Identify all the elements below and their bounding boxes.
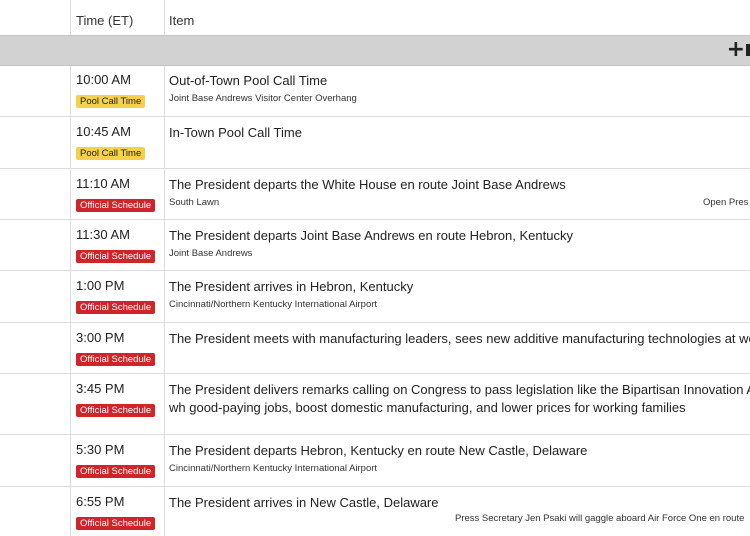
official-schedule-badge: Official Schedule [76, 353, 156, 366]
table-row: 6:55 PM Official Schedule The President … [0, 487, 750, 536]
table-row: 10:00 AM Pool Call Time Out-of-Town Pool… [0, 65, 750, 116]
table-row: 11:10 AM Official Schedule The President… [0, 169, 750, 219]
official-schedule-badge: Official Schedule [76, 404, 156, 417]
event-time: 1:00 PM [76, 278, 125, 293]
event-title[interactable]: The President departs Joint Base Andrews… [169, 227, 573, 245]
official-schedule-badge: Official Schedule [76, 250, 156, 263]
official-schedule-badge: Official Schedule [76, 517, 156, 530]
event-title[interactable]: In-Town Pool Call Time [169, 124, 302, 142]
event-location: South Lawn [169, 197, 220, 208]
table-row: 1:00 PM Official Schedule The President … [0, 271, 750, 322]
event-time: 3:00 PM [76, 330, 125, 345]
event-title[interactable]: The President meets with manufacturing l… [169, 330, 750, 348]
table-row: 3:45 PM Official Schedule The President … [0, 374, 750, 434]
pool-call-badge: Pool Call Time [76, 95, 146, 108]
table-header: Time (ET) Item [0, 0, 750, 35]
event-time: 11:30 AM [76, 227, 130, 242]
table-row: 10:45 AM Pool Call Time In-Town Pool Cal… [0, 117, 750, 168]
official-schedule-badge: Official Schedule [76, 465, 156, 478]
press-note: Press Secretary Jen Psaki will gaggle ab… [455, 513, 745, 524]
toolbar-band: + [0, 35, 750, 66]
official-schedule-badge: Official Schedule [76, 301, 156, 314]
event-title[interactable]: The President arrives in New Castle, Del… [169, 494, 439, 512]
pool-call-badge: Pool Call Time [76, 147, 146, 160]
event-title[interactable]: The President delivers remarks calling o… [169, 381, 750, 417]
event-title[interactable]: Out-of-Town Pool Call Time [169, 72, 327, 90]
event-time: 5:30 PM [76, 442, 125, 457]
plus-icon[interactable]: + [727, 39, 745, 61]
event-time: 3:45 PM [76, 381, 125, 396]
event-title[interactable]: The President arrives in Hebron, Kentuck… [169, 278, 413, 296]
table-row: 5:30 PM Official Schedule The President … [0, 435, 750, 486]
table-row: 3:00 PM Official Schedule The President … [0, 323, 750, 373]
item-column-header: Item [169, 13, 195, 28]
press-note: Open Pres [703, 197, 749, 208]
event-time: 10:45 AM [76, 124, 131, 139]
event-time: 6:55 PM [76, 494, 125, 509]
event-location: Joint Base Andrews Visitor Center Overha… [169, 93, 357, 104]
event-time: 11:10 AM [76, 176, 130, 191]
event-time: 10:00 AM [76, 72, 131, 87]
event-location: Cincinnati/Northern Kentucky Internation… [169, 463, 378, 474]
event-location: Joint Base Andrews [169, 248, 253, 259]
toolbar-clipped-icon [746, 44, 750, 56]
event-title[interactable]: The President departs the White House en… [169, 176, 566, 194]
event-location: Cincinnati/Northern Kentucky Internation… [169, 299, 378, 310]
time-column-header: Time (ET) [76, 13, 134, 28]
event-title[interactable]: The President departs Hebron, Kentucky e… [169, 442, 587, 460]
table-row: 11:30 AM Official Schedule The President… [0, 220, 750, 270]
official-schedule-badge: Official Schedule [76, 199, 156, 212]
